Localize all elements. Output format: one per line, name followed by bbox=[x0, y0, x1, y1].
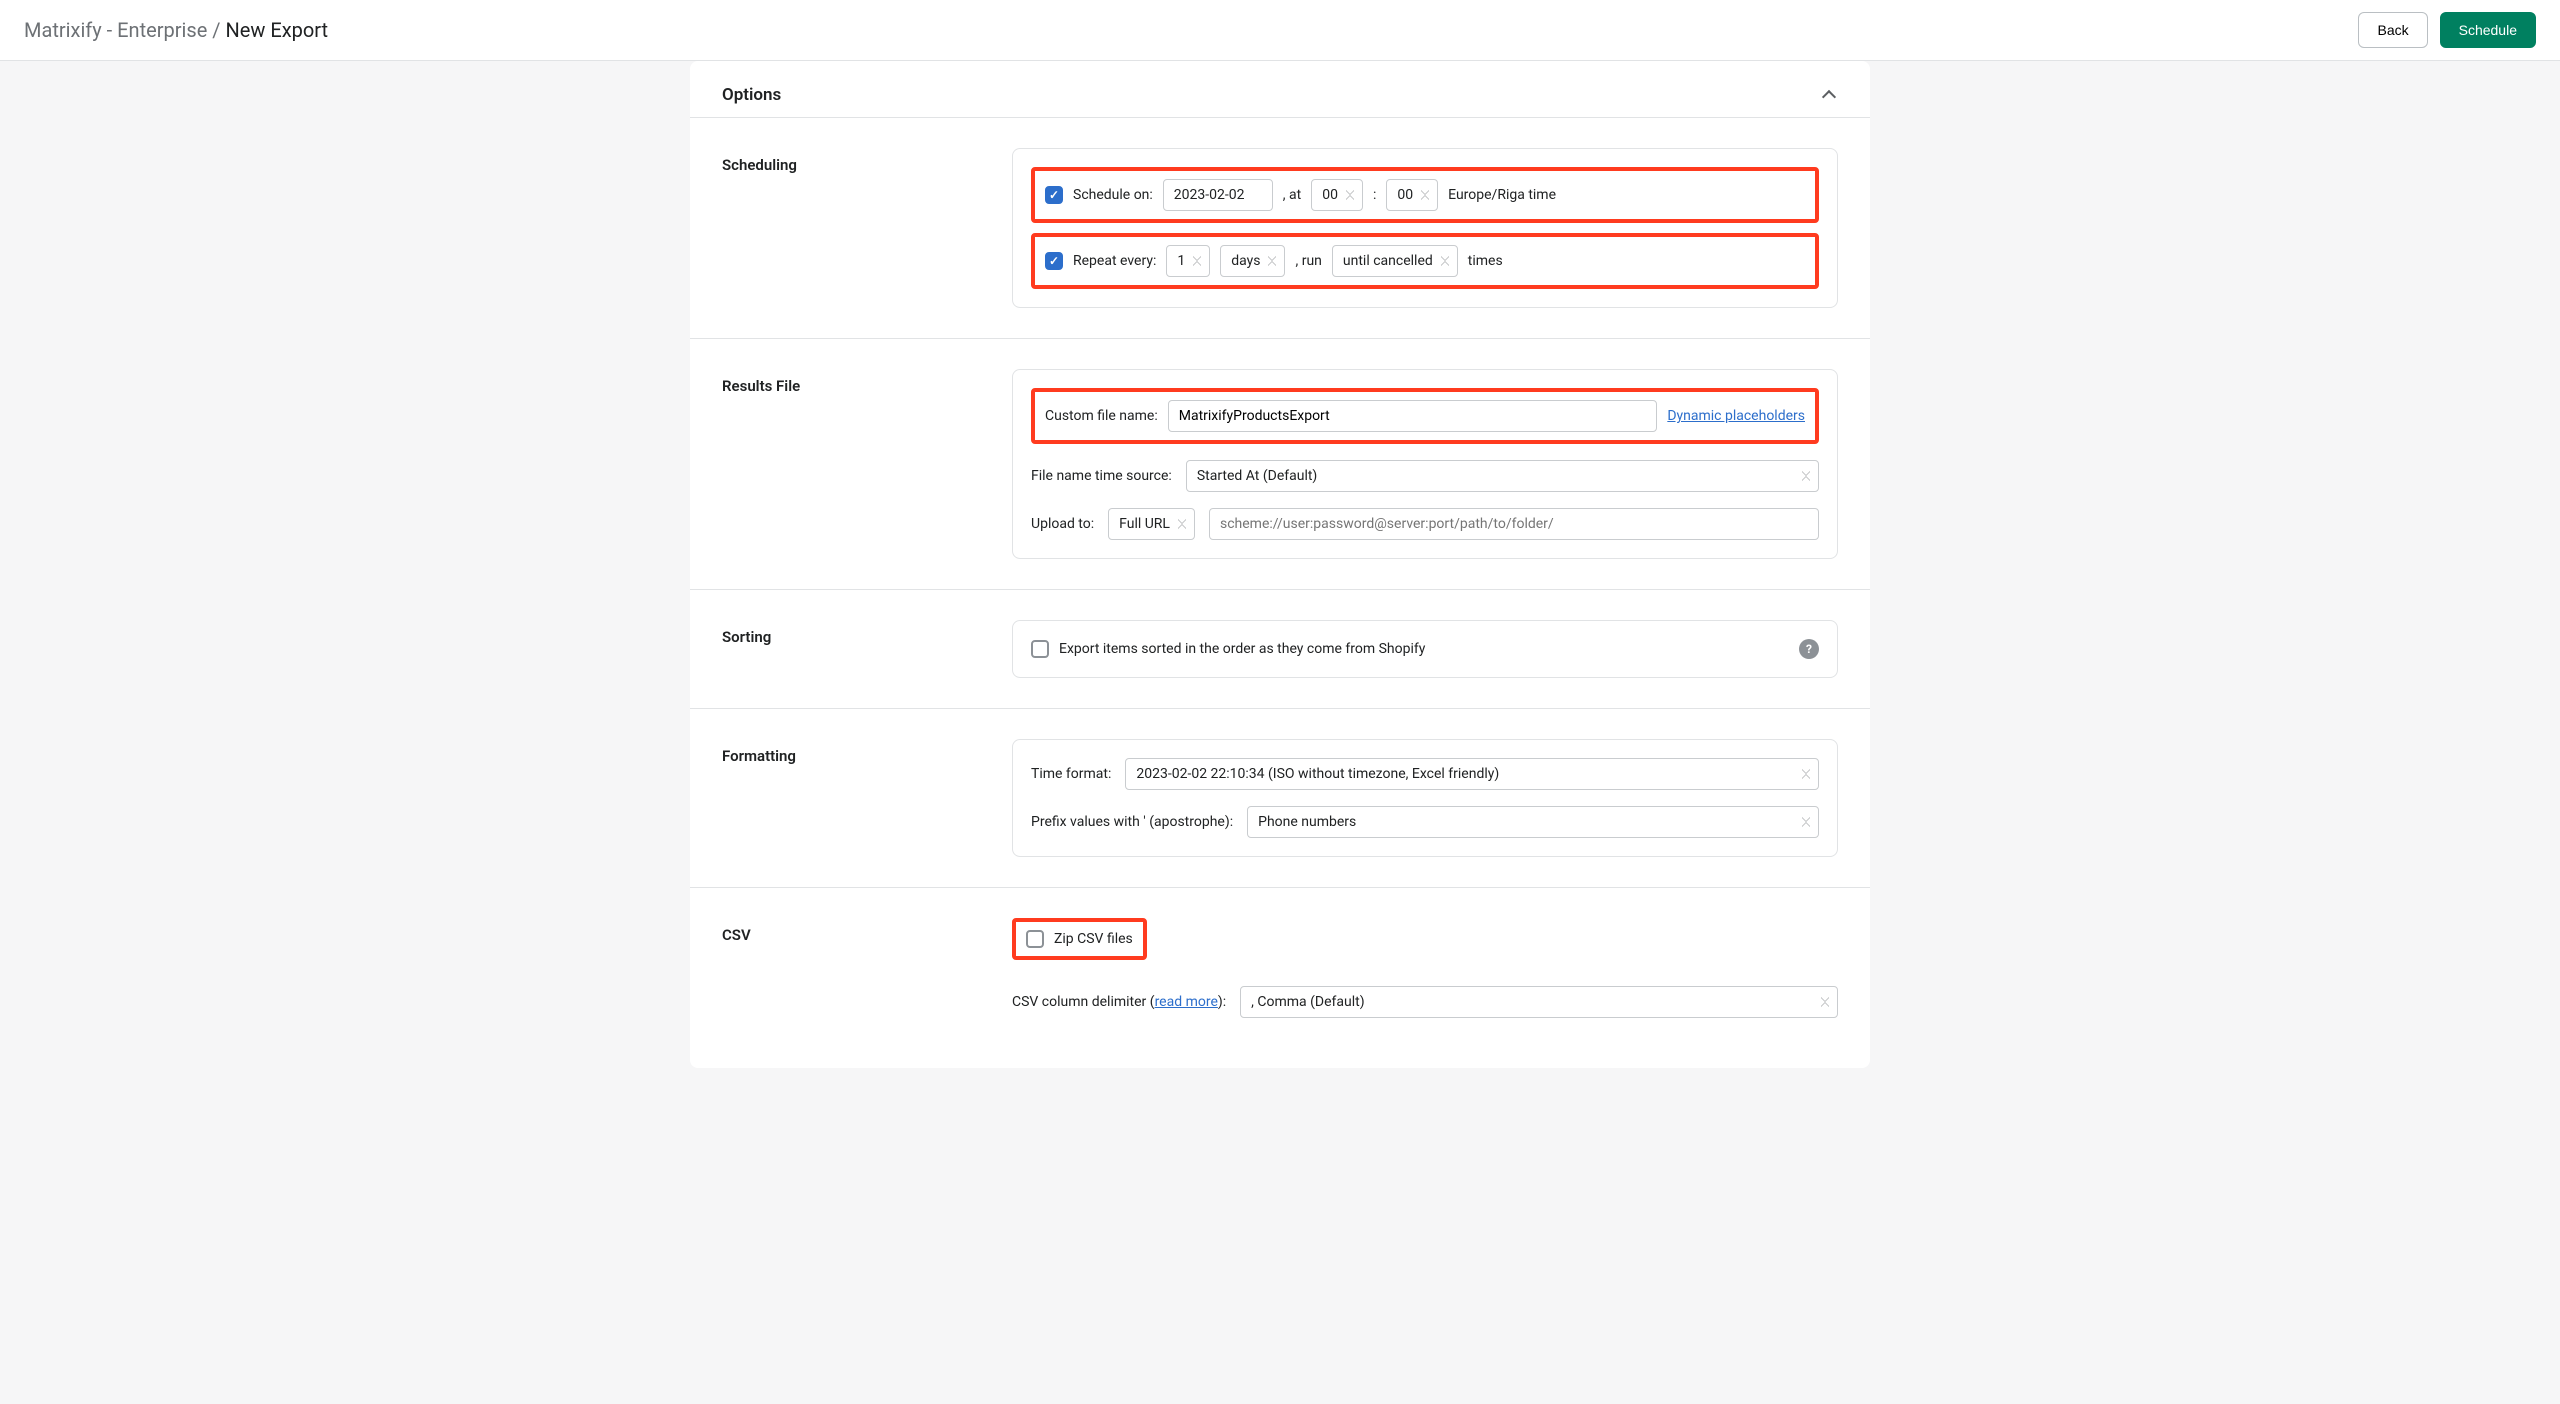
time-colon: : bbox=[1373, 187, 1376, 203]
repeat-row: Repeat every: 1 days , run until cancell… bbox=[1031, 233, 1819, 289]
zip-csv-label: Zip CSV files bbox=[1054, 931, 1133, 947]
csv-title: CSV bbox=[722, 918, 1012, 1018]
export-sorted-checkbox[interactable] bbox=[1031, 640, 1049, 658]
hour-select[interactable]: 00 bbox=[1311, 179, 1363, 211]
chevron-up-icon[interactable] bbox=[1824, 88, 1838, 102]
time-format-select[interactable]: 2023-02-02 22:10:34 (ISO without timezon… bbox=[1125, 758, 1819, 790]
section-scheduling: Scheduling Schedule on: 2023-02-02 , at … bbox=[690, 117, 1870, 338]
results-card: Custom file name: Dynamic placeholders F… bbox=[1012, 369, 1838, 559]
schedule-button[interactable]: Schedule bbox=[2440, 12, 2536, 48]
formatting-card: Time format: 2023-02-02 22:10:34 (ISO wi… bbox=[1012, 739, 1838, 857]
zip-csv-checkbox[interactable] bbox=[1026, 930, 1044, 948]
custom-filename-input[interactable] bbox=[1168, 400, 1658, 432]
content-panel: Options Scheduling Schedule on: 2023-02-… bbox=[690, 61, 1870, 1068]
schedule-on-label: Schedule on: bbox=[1073, 187, 1153, 203]
header-actions: Back Schedule bbox=[2358, 12, 2536, 48]
read-more-link[interactable]: read more bbox=[1155, 994, 1218, 1010]
export-sorted-label: Export items sorted in the order as they… bbox=[1059, 641, 1425, 657]
repeat-unit-select[interactable]: days bbox=[1220, 245, 1285, 277]
repeat-value-select[interactable]: 1 bbox=[1166, 245, 1210, 277]
time-source-select[interactable]: Started At (Default) bbox=[1186, 460, 1819, 492]
upload-to-label: Upload to: bbox=[1031, 516, 1094, 532]
custom-filename-row: Custom file name: Dynamic placeholders bbox=[1031, 388, 1819, 444]
results-title: Results File bbox=[722, 369, 1012, 559]
breadcrumb-separator: / bbox=[207, 18, 225, 42]
section-results-file: Results File Custom file name: Dynamic p… bbox=[690, 338, 1870, 589]
help-icon[interactable]: ? bbox=[1799, 639, 1819, 659]
schedule-date-input[interactable]: 2023-02-02 bbox=[1163, 179, 1273, 211]
sorting-card: Export items sorted in the order as they… bbox=[1012, 620, 1838, 678]
top-bar: Matrixify - Enterprise / New Export Back… bbox=[0, 0, 2560, 61]
scheduling-title: Scheduling bbox=[722, 148, 1012, 308]
delimiter-label: CSV column delimiter (read more): bbox=[1012, 994, 1226, 1010]
breadcrumb: Matrixify - Enterprise / New Export bbox=[24, 18, 328, 42]
times-label: times bbox=[1468, 253, 1503, 269]
sorting-title: Sorting bbox=[722, 620, 1012, 678]
csv-card: Zip CSV files CSV column delimiter (read… bbox=[1012, 918, 1838, 1018]
formatting-title: Formatting bbox=[722, 739, 1012, 857]
prefix-select[interactable]: Phone numbers bbox=[1247, 806, 1819, 838]
upload-type-select[interactable]: Full URL bbox=[1108, 508, 1195, 540]
delimiter-select[interactable]: , Comma (Default) bbox=[1240, 986, 1838, 1018]
upload-url-input[interactable] bbox=[1209, 508, 1819, 540]
options-header: Options bbox=[690, 85, 1870, 117]
at-label: , at bbox=[1283, 187, 1301, 203]
repeat-checkbox[interactable] bbox=[1045, 252, 1063, 270]
minute-select[interactable]: 00 bbox=[1386, 179, 1438, 211]
section-csv: CSV Zip CSV files CSV column delimiter (… bbox=[690, 887, 1870, 1028]
schedule-on-checkbox[interactable] bbox=[1045, 186, 1063, 204]
time-format-label: Time format: bbox=[1031, 766, 1111, 782]
run-until-select[interactable]: until cancelled bbox=[1332, 245, 1458, 277]
section-formatting: Formatting Time format: 2023-02-02 22:10… bbox=[690, 708, 1870, 887]
scheduling-card: Schedule on: 2023-02-02 , at 00 : 00 Eur… bbox=[1012, 148, 1838, 308]
prefix-label: Prefix values with ' (apostrophe): bbox=[1031, 814, 1233, 830]
section-sorting: Sorting Export items sorted in the order… bbox=[690, 589, 1870, 708]
breadcrumb-current: New Export bbox=[226, 18, 329, 42]
repeat-label: Repeat every: bbox=[1073, 253, 1156, 269]
breadcrumb-app[interactable]: Matrixify - Enterprise bbox=[24, 18, 207, 42]
options-title: Options bbox=[722, 85, 781, 105]
timezone-label: Europe/Riga time bbox=[1448, 187, 1556, 203]
schedule-on-row: Schedule on: 2023-02-02 , at 00 : 00 Eur… bbox=[1031, 167, 1819, 223]
zip-csv-row: Zip CSV files bbox=[1012, 918, 1147, 960]
back-button[interactable]: Back bbox=[2358, 12, 2427, 48]
custom-filename-label: Custom file name: bbox=[1045, 408, 1158, 424]
run-label: , run bbox=[1295, 253, 1321, 269]
dynamic-placeholders-link[interactable]: Dynamic placeholders bbox=[1667, 408, 1805, 424]
time-source-label: File name time source: bbox=[1031, 468, 1172, 484]
